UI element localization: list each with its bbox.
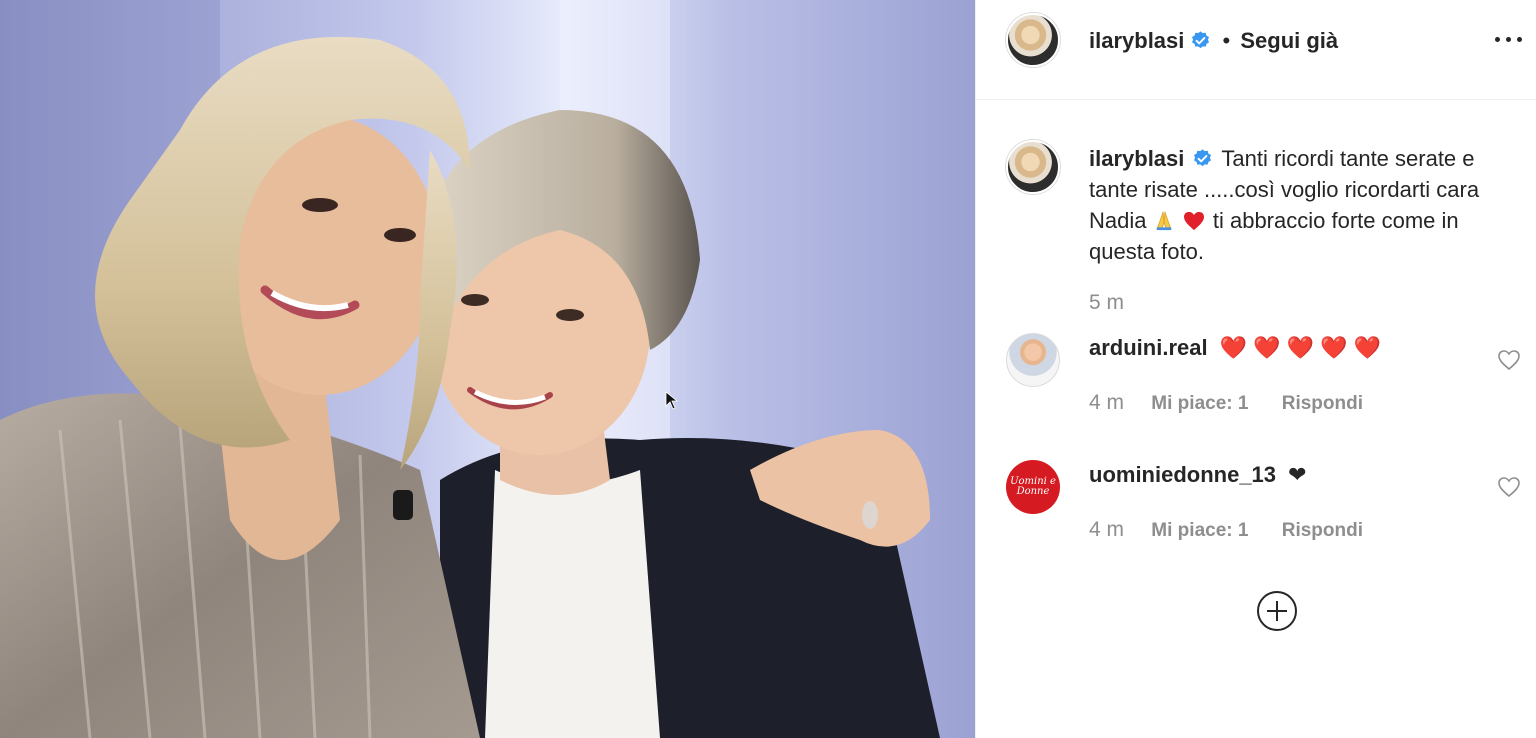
comment-body: ❤ <box>1288 462 1307 487</box>
comment-body: ❤️ ❤️ ❤️ ❤️ ❤️ <box>1219 335 1382 360</box>
caption-text: ilaryblasi Tanti ricordi tante serate e t… <box>1089 143 1529 267</box>
comment-item: arduini.real ❤️ ❤️ ❤️ ❤️ ❤️ 4 m Mi piace… <box>976 333 1536 443</box>
author-avatar[interactable] <box>1006 13 1060 67</box>
comment-timestamp[interactable]: 4 m <box>1089 391 1124 414</box>
post-photo-illustration <box>0 0 940 738</box>
author-line: ilaryblasi • Segui già <box>1089 28 1338 54</box>
comment-text: uominiedonne_13 ❤ <box>1089 462 1307 488</box>
commenter-avatar[interactable] <box>1006 333 1060 387</box>
comment-meta: 4 m Mi piace: 1 Rispondi <box>1089 391 1363 415</box>
caption-timestamp[interactable]: 5 m <box>1089 291 1124 315</box>
pray-emoji-icon <box>1156 211 1171 231</box>
heart-outline-icon[interactable] <box>1497 476 1521 498</box>
follow-status-button[interactable]: Segui già <box>1240 28 1338 53</box>
caption-author-username[interactable]: ilaryblasi <box>1089 146 1184 171</box>
commenter-username[interactable]: uominiedonne_13 <box>1089 462 1276 487</box>
verified-badge-icon <box>1192 31 1210 49</box>
reply-button[interactable]: Rispondi <box>1282 393 1363 414</box>
post-header: ilaryblasi • Segui già <box>976 0 1536 100</box>
comment-likes-count[interactable]: Mi piace: 1 <box>1151 393 1248 414</box>
reply-button[interactable]: Rispondi <box>1282 520 1363 541</box>
commenter-username[interactable]: arduini.real <box>1089 335 1208 360</box>
load-more-comments-plus-icon[interactable] <box>1256 590 1298 632</box>
comment-item: Uomini e Donne uominiedonne_13 ❤ 4 m Mi … <box>976 460 1536 570</box>
separator-dot: • <box>1222 28 1231 53</box>
post-photo[interactable] <box>0 0 975 738</box>
caption-author-avatar[interactable] <box>1006 140 1060 194</box>
comment-timestamp[interactable]: 4 m <box>1089 518 1124 541</box>
heart-outline-icon[interactable] <box>1497 349 1521 371</box>
commenter-avatar[interactable]: Uomini e Donne <box>1006 460 1060 514</box>
author-username[interactable]: ilaryblasi <box>1089 28 1184 53</box>
red-heart-emoji-icon <box>1183 211 1204 231</box>
post-side-panel: ilaryblasi • Segui già ilaryblasi Tanti r… <box>975 0 1536 738</box>
comment-likes-count[interactable]: Mi piace: 1 <box>1151 520 1248 541</box>
more-options-icon[interactable] <box>1495 34 1523 46</box>
verified-badge-icon <box>1194 149 1212 167</box>
commenter-avatar-logo-text: Uomini e Donne <box>1010 476 1056 497</box>
comment-text: arduini.real ❤️ ❤️ ❤️ ❤️ ❤️ <box>1089 335 1381 361</box>
comment-meta: 4 m Mi piace: 1 Rispondi <box>1089 518 1363 542</box>
